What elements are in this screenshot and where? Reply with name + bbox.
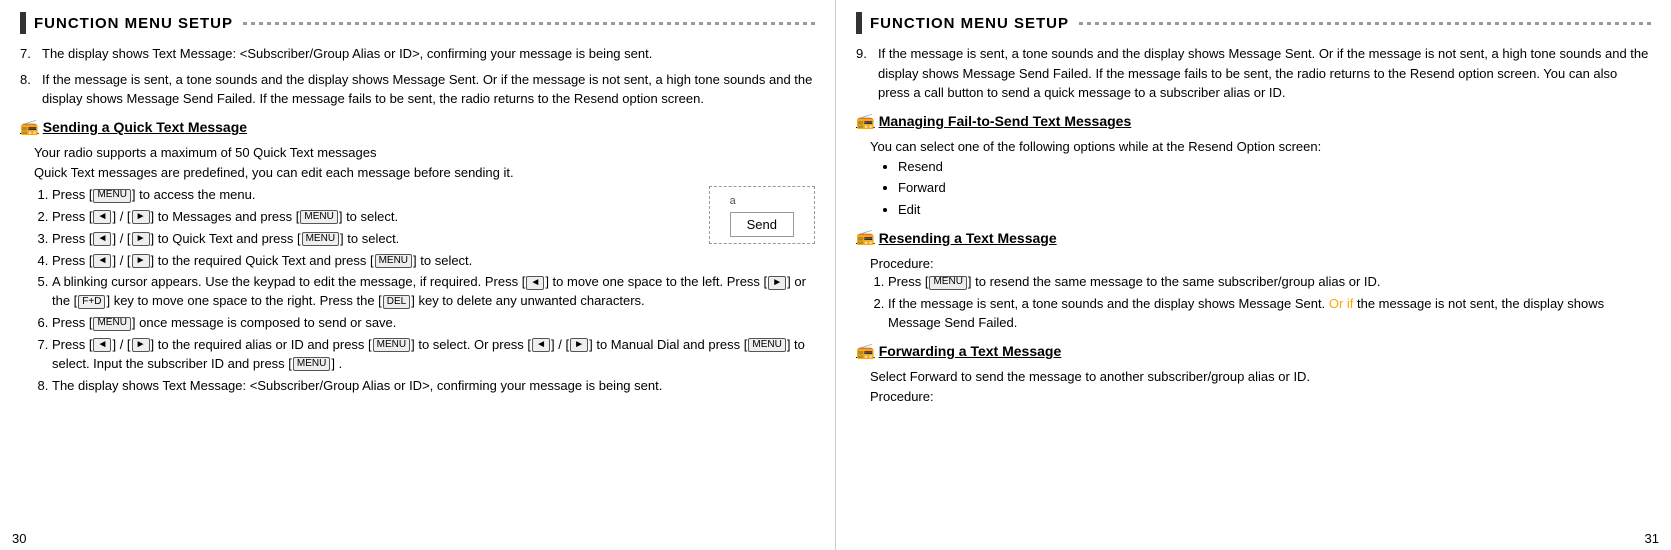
del-key-5: DEL	[383, 295, 410, 309]
forwarding-procedure: Procedure:	[870, 387, 1651, 407]
subsection-sending-body: Your radio supports a maximum of 50 Quic…	[34, 143, 815, 395]
item-7-text: The display shows Text Message: <Subscri…	[42, 44, 815, 64]
step-2: Press [◄] / [►] to Messages and press [M…	[52, 208, 815, 227]
right-section-title: FUNCTION MENU SETUP	[870, 15, 1069, 32]
step-1: Press [MENU] to access the menu.	[52, 186, 815, 205]
send-box-text: Send	[730, 212, 794, 238]
right-key-4: ►	[132, 254, 150, 268]
right-page: FUNCTION MENU SETUP 9. If the message is…	[836, 0, 1671, 550]
resend-step-1: Press [MENU] to resend the same message …	[888, 273, 1651, 292]
resending-body: Procedure: Press [MENU] to resend the sa…	[870, 254, 1651, 333]
step-6: Press [MENU] once message is composed to…	[52, 314, 815, 333]
menu-key-4: MENU	[375, 254, 412, 268]
forwarding-body: Select Forward to send the message to an…	[870, 367, 1651, 406]
left-page-number: 30	[12, 531, 26, 546]
bullet-resend: Resend	[898, 157, 1651, 177]
radio-icon-resending: 📻	[856, 227, 875, 250]
managing-bullets: Resend Forward Edit	[898, 157, 1651, 220]
right-header-line	[1079, 22, 1651, 25]
resend-step-2: If the message is sent, a tone sounds an…	[888, 295, 1651, 333]
radio-icon-managing: 📻	[856, 111, 875, 134]
steps-with-sendbox: a Send Press [MENU] to access the menu. …	[34, 186, 815, 395]
bullet-forward: Forward	[898, 178, 1651, 198]
right-key-2: ►	[132, 210, 150, 224]
item-9-text: If the message is sent, a tone sounds an…	[878, 44, 1651, 103]
forwarding-title: 📻 Forwarding a Text Message	[856, 341, 1651, 364]
menu-key-1: MENU	[93, 189, 130, 203]
radio-icon-forwarding: 📻	[856, 341, 875, 364]
step-4: Press [◄] / [►] to the required Quick Te…	[52, 252, 815, 271]
left-section-header: FUNCTION MENU SETUP	[20, 12, 815, 34]
item-8-num: 8.	[20, 70, 42, 90]
send-box: a Send	[709, 186, 815, 244]
menu-key-2: MENU	[300, 210, 337, 224]
left-key-3: ◄	[93, 232, 111, 246]
step-7: Press [◄] / [►] to the required alias or…	[52, 336, 815, 374]
menu-key-3: MENU	[302, 232, 339, 246]
resending-procedure-label: Procedure:	[870, 254, 1651, 274]
send-box-label: a	[730, 193, 736, 210]
forwarding-intro: Select Forward to send the message to an…	[870, 367, 1651, 387]
left-header-bar	[20, 12, 26, 34]
subsection-sending-title: 📻 Sending a Quick Text Message	[20, 117, 815, 140]
menu-key-7: MENU	[373, 338, 410, 352]
resending-steps: Press [MENU] to resend the same message …	[888, 273, 1651, 333]
radio-icon-sending: 📻	[20, 117, 39, 140]
left-key-4: ◄	[93, 254, 111, 268]
resending-title: 📻 Resending a Text Message	[856, 227, 1651, 250]
quick-text-steps: Press [MENU] to access the menu. Press […	[52, 186, 815, 395]
managing-title: 📻 Managing Fail-to-Send Text Messages	[856, 111, 1651, 134]
right-key-7b: ►	[570, 338, 588, 352]
right-content: 9. If the message is sent, a tone sounds…	[856, 44, 1651, 406]
bullet-edit: Edit	[898, 200, 1651, 220]
left-key-5: ◄	[526, 276, 544, 290]
subsection-intro2: Quick Text messages are predefined, you …	[34, 163, 815, 183]
right-key-3: ►	[132, 232, 150, 246]
step-5: A blinking cursor appears. Use the keypa…	[52, 273, 815, 311]
right-key-7: ►	[132, 338, 150, 352]
menu-key-7c: MENU	[293, 357, 330, 371]
left-content: 7. The display shows Text Message: <Subs…	[20, 44, 815, 395]
menu-key-r1: MENU	[929, 276, 966, 290]
left-key-7: ◄	[93, 338, 111, 352]
left-header-line	[243, 22, 815, 25]
left-item-8: 8. If the message is sent, a tone sounds…	[20, 70, 815, 109]
menu-key-6: MENU	[93, 317, 130, 331]
right-key-5: ►	[768, 276, 786, 290]
left-key-7b: ◄	[532, 338, 550, 352]
right-section-header: FUNCTION MENU SETUP	[856, 12, 1651, 34]
left-key-2: ◄	[93, 210, 111, 224]
right-item-9: 9. If the message is sent, a tone sounds…	[856, 44, 1651, 103]
managing-intro: You can select one of the following opti…	[870, 137, 1651, 157]
send-box-container: a Send	[709, 186, 815, 244]
managing-body: You can select one of the following opti…	[870, 137, 1651, 219]
left-item-7: 7. The display shows Text Message: <Subs…	[20, 44, 815, 64]
left-section-title: FUNCTION MENU SETUP	[34, 15, 233, 32]
right-header-bar	[856, 12, 862, 34]
menu-key-7b: MENU	[748, 338, 785, 352]
item-7-num: 7.	[20, 44, 42, 64]
item-8-text: If the message is sent, a tone sounds an…	[42, 70, 815, 109]
step-3: Press [◄] / [►] to Quick Text and press …	[52, 230, 815, 249]
fd-key-5: F+D	[78, 295, 105, 309]
orange-text: Or if	[1329, 296, 1354, 311]
item-9-num: 9.	[856, 44, 878, 64]
subsection-intro1: Your radio supports a maximum of 50 Quic…	[34, 143, 815, 163]
left-page: FUNCTION MENU SETUP 7. The display shows…	[0, 0, 836, 550]
step-8: The display shows Text Message: <Subscri…	[52, 377, 815, 396]
right-page-number: 31	[1645, 531, 1659, 546]
